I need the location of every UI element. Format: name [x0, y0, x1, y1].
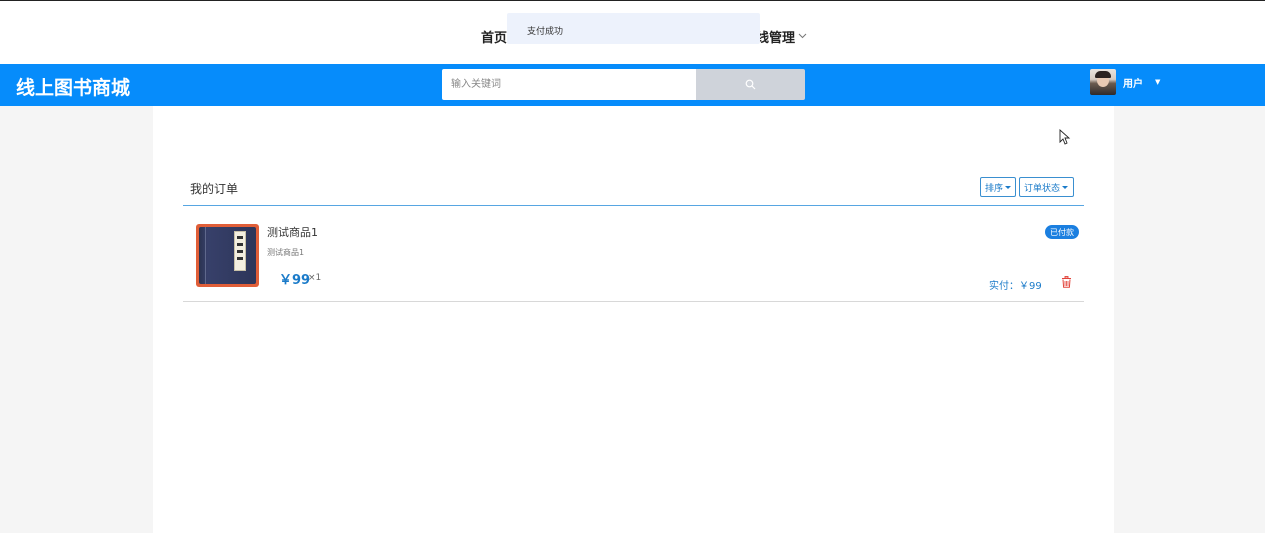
toast-message: 支付成功: [527, 27, 564, 37]
main-content: 我的订单 排序 订单状态 测试商品1 测试商品1 ￥99 ×1 已付款 实付：￥…: [153, 106, 1114, 533]
user-menu[interactable]: 用户 ▼: [1090, 69, 1160, 95]
orders-title: 我的订单: [190, 182, 239, 196]
status-filter-dropdown[interactable]: 订单状态: [1019, 177, 1074, 197]
search-button[interactable]: [696, 69, 805, 100]
user-name: 用户: [1123, 78, 1143, 90]
search-icon: [745, 75, 756, 94]
trash-icon[interactable]: [1061, 276, 1072, 288]
status-filter-label: 订单状态: [1024, 183, 1061, 194]
product-name[interactable]: 测试商品1: [267, 224, 318, 240]
nav-admin[interactable]: 线管理: [756, 27, 807, 46]
caret-down-icon: [1005, 185, 1011, 189]
search-input[interactable]: [442, 69, 696, 100]
nav-admin-label: 线管理: [756, 31, 796, 46]
chevron-down-icon: [798, 31, 807, 42]
product-image[interactable]: [196, 224, 259, 287]
product-quantity: ×1: [308, 273, 322, 283]
nav-home[interactable]: 首页: [481, 27, 507, 46]
site-header: 线上图书商城 用户 ▼: [0, 64, 1265, 106]
product-description: 测试商品1: [267, 248, 305, 257]
product-price: ￥99: [279, 273, 311, 288]
caret-down-icon: [1062, 185, 1069, 189]
site-logo[interactable]: 线上图书商城: [16, 73, 130, 100]
avatar[interactable]: [1090, 69, 1116, 95]
paid-amount: 实付：￥99: [989, 281, 1042, 292]
sort-label: 排序: [985, 183, 1004, 194]
book-cover: [199, 227, 256, 284]
order-item: 测试商品1 测试商品1 ￥99 ×1 已付款 实付：￥99: [183, 206, 1084, 302]
sort-dropdown[interactable]: 排序: [980, 177, 1016, 197]
status-badge: 已付款: [1045, 225, 1079, 239]
caret-down-icon: ▼: [1155, 78, 1161, 86]
mouse-cursor-icon: [1059, 129, 1071, 145]
payment-success-toast: 支付成功: [507, 13, 760, 44]
